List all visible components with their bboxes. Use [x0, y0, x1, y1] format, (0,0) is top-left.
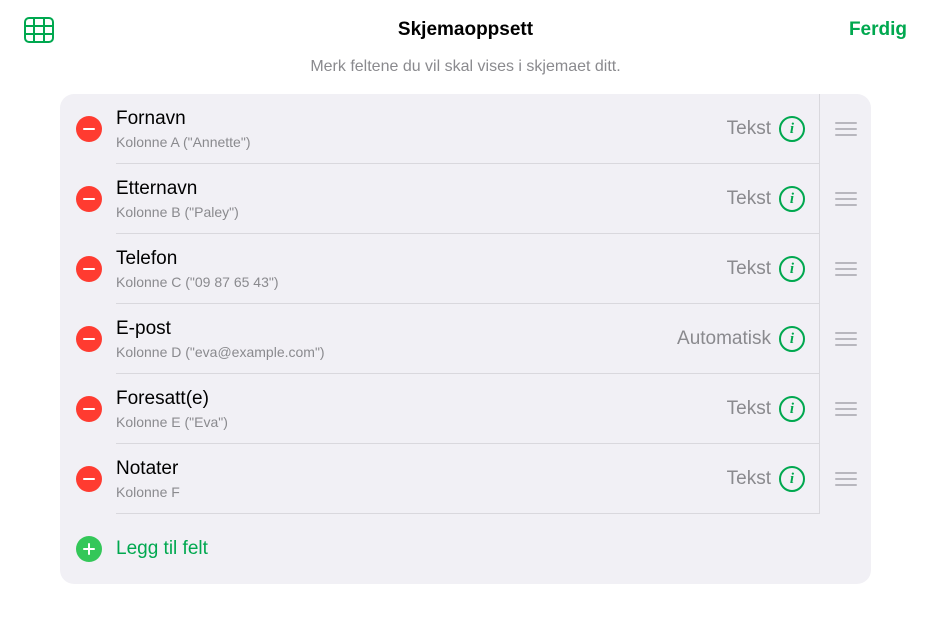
- page-title: Skjemaoppsett: [144, 19, 787, 41]
- drag-handle[interactable]: [819, 374, 871, 444]
- field-row: Fornavn Kolonne A ("Annette") Tekst i: [60, 94, 871, 164]
- field-type: Tekst: [727, 468, 771, 490]
- minus-icon: [83, 408, 95, 411]
- drag-handle[interactable]: [819, 444, 871, 514]
- header-left: [24, 17, 144, 43]
- drag-handle[interactable]: [819, 304, 871, 374]
- field-row: E-post Kolonne D ("eva@example.com") Aut…: [60, 304, 871, 374]
- field-row: Telefon Kolonne C ("09 87 65 43") Tekst …: [60, 234, 871, 304]
- done-button[interactable]: Ferdig: [787, 19, 907, 41]
- info-icon[interactable]: i: [779, 186, 805, 212]
- reorder-icon: [835, 472, 857, 486]
- field-caption: Kolonne C ("09 87 65 43"): [116, 273, 727, 291]
- minus-icon: [83, 128, 95, 131]
- field-type: Tekst: [727, 398, 771, 420]
- field-text: Foresatt(e) Kolonne E ("Eva"): [116, 387, 727, 431]
- field-title: Etternavn: [116, 177, 727, 201]
- info-icon[interactable]: i: [779, 116, 805, 142]
- field-row: Etternavn Kolonne B ("Paley") Tekst i: [60, 164, 871, 234]
- field-text: Telefon Kolonne C ("09 87 65 43"): [116, 247, 727, 291]
- info-icon[interactable]: i: [779, 396, 805, 422]
- field-caption: Kolonne E ("Eva"): [116, 413, 727, 431]
- field-type: Automatisk: [677, 328, 771, 350]
- table-grid-icon[interactable]: [24, 17, 54, 43]
- delete-button[interactable]: [76, 326, 102, 352]
- page-subtitle: Merk feltene du vil skal vises i skjemae…: [0, 52, 931, 94]
- reorder-icon: [835, 192, 857, 206]
- field-caption: Kolonne B ("Paley"): [116, 203, 727, 221]
- field-text: E-post Kolonne D ("eva@example.com"): [116, 317, 677, 361]
- field-type: Tekst: [727, 188, 771, 210]
- drag-handle[interactable]: [819, 234, 871, 304]
- field-caption: Kolonne F: [116, 483, 727, 501]
- field-text: Etternavn Kolonne B ("Paley"): [116, 177, 727, 221]
- add-field-text: Legg til felt: [116, 537, 871, 561]
- info-icon[interactable]: i: [779, 256, 805, 282]
- reorder-icon: [835, 402, 857, 416]
- field-title: Telefon: [116, 247, 727, 271]
- field-title: E-post: [116, 317, 677, 341]
- delete-button[interactable]: [76, 116, 102, 142]
- field-type: Tekst: [727, 258, 771, 280]
- drag-handle[interactable]: [819, 164, 871, 234]
- drag-handle[interactable]: [819, 94, 871, 164]
- reorder-icon: [835, 122, 857, 136]
- add-button[interactable]: [76, 536, 102, 562]
- field-title: Fornavn: [116, 107, 727, 131]
- field-caption: Kolonne A ("Annette"): [116, 133, 727, 151]
- field-list: Fornavn Kolonne A ("Annette") Tekst i Et…: [60, 94, 871, 584]
- field-title: Notater: [116, 457, 727, 481]
- delete-button[interactable]: [76, 466, 102, 492]
- field-caption: Kolonne D ("eva@example.com"): [116, 343, 677, 361]
- minus-icon: [83, 478, 95, 481]
- field-row: Foresatt(e) Kolonne E ("Eva") Tekst i: [60, 374, 871, 444]
- field-title: Foresatt(e): [116, 387, 727, 411]
- minus-icon: [83, 338, 95, 341]
- reorder-icon: [835, 262, 857, 276]
- header: Skjemaoppsett Ferdig: [0, 0, 931, 52]
- minus-icon: [83, 268, 95, 271]
- field-text: Fornavn Kolonne A ("Annette"): [116, 107, 727, 151]
- delete-button[interactable]: [76, 186, 102, 212]
- minus-icon: [83, 198, 95, 201]
- info-icon[interactable]: i: [779, 466, 805, 492]
- reorder-icon: [835, 332, 857, 346]
- add-field-row[interactable]: Legg til felt: [60, 514, 871, 584]
- field-text: Notater Kolonne F: [116, 457, 727, 501]
- delete-button[interactable]: [76, 396, 102, 422]
- delete-button[interactable]: [76, 256, 102, 282]
- add-field-label: Legg til felt: [116, 537, 871, 561]
- field-type: Tekst: [727, 118, 771, 140]
- field-row: Notater Kolonne F Tekst i: [60, 444, 871, 514]
- info-icon[interactable]: i: [779, 326, 805, 352]
